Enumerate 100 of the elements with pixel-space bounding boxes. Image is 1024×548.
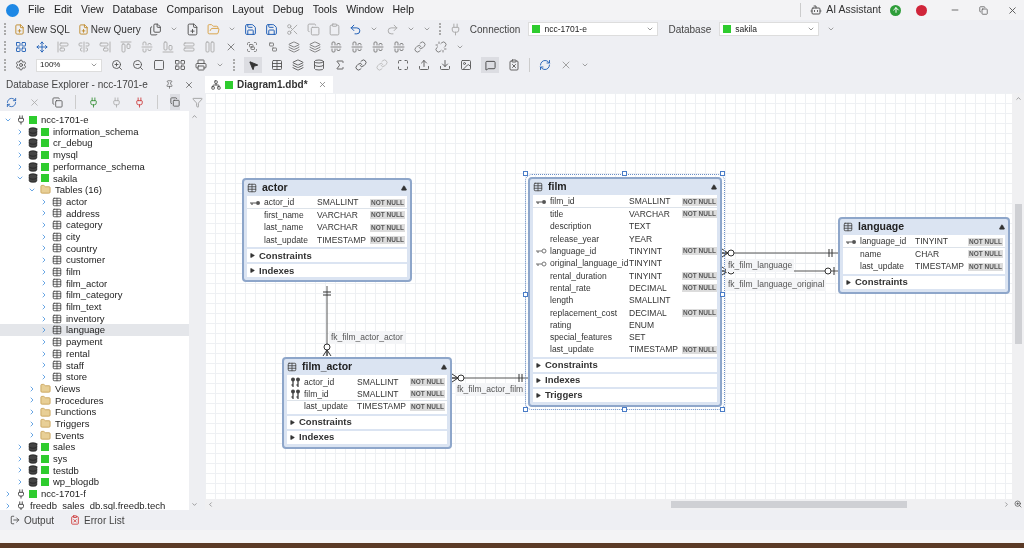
tree-item[interactable]: ncc-1701-e (0, 114, 189, 126)
distribute-icon[interactable] (330, 41, 342, 53)
tree-item[interactable]: ncc-1701-f (0, 488, 189, 500)
tree-item[interactable]: freedb_sales_db.sql.freedb.tech (0, 499, 189, 510)
collapse-icon[interactable] (441, 364, 447, 370)
caret-icon[interactable] (169, 25, 178, 33)
menu-item[interactable]: View (81, 2, 104, 18)
tree-item[interactable]: payment (0, 336, 189, 348)
tree-item[interactable]: mysql (0, 149, 189, 161)
ungroup-icon[interactable] (267, 41, 279, 53)
section-header[interactable]: Indexes (287, 430, 447, 444)
pointer-tool-button[interactable] (244, 57, 262, 73)
resize-handle[interactable] (523, 406, 528, 412)
undo-icon[interactable] (348, 22, 362, 36)
tree-item[interactable]: Functions (0, 406, 189, 418)
paste-icon[interactable] (327, 22, 341, 36)
tree-item[interactable]: sys (0, 452, 189, 465)
caret-icon[interactable] (581, 61, 589, 69)
expand-icon[interactable] (536, 362, 541, 368)
expand-icon[interactable] (536, 392, 541, 398)
tree-item[interactable]: film_text (0, 301, 189, 313)
tree-item[interactable]: Tables (16) (0, 184, 189, 196)
tree-item[interactable]: address (0, 207, 189, 220)
scroll-down-icon[interactable] (191, 501, 198, 508)
relation-icon[interactable] (355, 59, 367, 71)
resize-handle[interactable] (720, 406, 725, 412)
connection-dropdown[interactable]: ncc-1701-e (528, 22, 659, 36)
collapse-icon[interactable] (401, 185, 407, 191)
zoom-out-icon[interactable] (132, 59, 144, 71)
link-icon[interactable] (414, 41, 426, 53)
close-icon[interactable] (184, 79, 194, 90)
tree-item[interactable]: cr_debug (0, 137, 189, 150)
tree-item[interactable]: information_schema (0, 125, 189, 138)
open-folder-icon[interactable] (206, 22, 220, 36)
stretch-icon[interactable] (204, 41, 216, 53)
tree-item[interactable]: wp_blogdb (0, 476, 189, 488)
ai-assistant-button[interactable]: AI Assistant (810, 2, 881, 18)
section-header[interactable]: Indexes (247, 264, 407, 278)
resize-handle[interactable] (622, 406, 627, 412)
tree-item[interactable]: store (0, 371, 189, 383)
tree-item[interactable]: actor (0, 195, 189, 208)
user-avatar-icon[interactable] (916, 4, 927, 16)
copy-icon[interactable] (306, 22, 320, 36)
tree-item[interactable]: film_category (0, 289, 189, 301)
tree-item[interactable]: inventory (0, 312, 189, 325)
comment-tool-button[interactable] (481, 57, 499, 73)
section-header[interactable]: Triggers (533, 388, 717, 402)
align-left-icon[interactable] (57, 41, 69, 53)
tree-item[interactable]: category (0, 219, 189, 231)
expand-icon[interactable] (250, 253, 255, 259)
zoom-icon[interactable] (1014, 500, 1022, 508)
layers-icon[interactable] (309, 41, 321, 53)
table-icon[interactable] (271, 59, 283, 71)
align-bottom-icon[interactable] (162, 41, 174, 53)
expand-icon[interactable] (536, 377, 541, 383)
tree-item[interactable]: staff (0, 359, 189, 372)
expand-icon[interactable] (290, 419, 295, 425)
new-query-button[interactable]: New Query (77, 21, 141, 37)
section-header[interactable]: Constraints (533, 358, 717, 372)
scroll-up-icon[interactable] (191, 113, 198, 120)
expand-icon[interactable] (250, 268, 255, 274)
align-top-icon[interactable] (120, 41, 132, 53)
menu-item[interactable]: Edit (53, 2, 72, 18)
cross-icon[interactable] (225, 41, 237, 53)
resize-handle[interactable] (622, 171, 627, 176)
copy-icon[interactable] (52, 96, 63, 108)
section-header[interactable]: Constraints (287, 415, 447, 429)
caret-icon[interactable] (216, 61, 224, 69)
distribute-icon[interactable] (372, 41, 384, 53)
tree-item[interactable]: city (0, 230, 189, 243)
function-icon[interactable] (334, 59, 346, 71)
expand-icon[interactable] (290, 434, 295, 440)
panel-tab[interactable]: Output (10, 512, 55, 528)
menu-item[interactable]: Comparison (166, 2, 224, 18)
resize-handle[interactable] (720, 171, 725, 176)
fit-icon[interactable] (15, 41, 27, 53)
scrollbar-thumb[interactable] (671, 501, 907, 508)
refresh-icon[interactable] (6, 96, 17, 108)
cut-icon[interactable] (285, 22, 299, 36)
tree-item[interactable]: testdb (0, 464, 189, 477)
menu-item[interactable]: File (28, 2, 45, 18)
caret-icon[interactable] (227, 25, 236, 33)
vertical-scrollbar[interactable] (1012, 93, 1024, 510)
section-header[interactable]: Constraints (247, 249, 407, 263)
new-document-icon[interactable] (148, 22, 162, 36)
tree-item[interactable]: language (0, 324, 189, 337)
resize-handle[interactable] (523, 291, 528, 297)
container-icon[interactable] (397, 59, 409, 71)
tree-item[interactable]: Views (0, 382, 189, 395)
cross-icon[interactable] (29, 96, 40, 108)
tree-item[interactable]: film_actor (0, 277, 189, 290)
relationship-line[interactable] (451, 373, 529, 383)
scrollbar-thumb[interactable] (1014, 204, 1022, 344)
panel-tab[interactable]: Error List (70, 512, 125, 528)
layers-icon[interactable] (288, 41, 300, 53)
align-center-icon[interactable] (78, 41, 90, 53)
menu-item[interactable]: Layout (232, 2, 264, 18)
filter-icon[interactable] (192, 96, 203, 108)
close-icon[interactable] (1007, 4, 1018, 16)
restore-icon[interactable] (979, 5, 988, 15)
